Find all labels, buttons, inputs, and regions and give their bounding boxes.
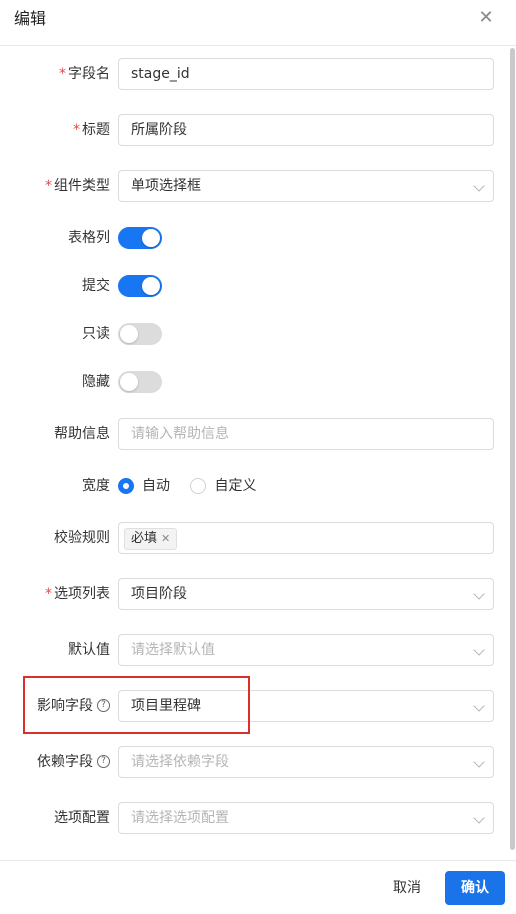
form-row-field-name: * 字段名 stage_id <box>0 58 510 90</box>
validation-tag: 必填 ✕ <box>124 528 178 550</box>
form-row-option-list: * 选项列表 项目阶段 <box>0 578 510 610</box>
depends-field-placeholder: 请选择依赖字段 <box>131 754 229 770</box>
default-value-placeholder: 请选择默认值 <box>131 642 215 658</box>
radio-dot <box>118 478 134 494</box>
component-type-select[interactable]: 单项选择框 <box>118 170 494 202</box>
validation-label: 校验规则 <box>54 530 110 546</box>
default-value-label: 默认值 <box>68 642 110 658</box>
form-row-hidden: 隐藏 <box>0 366 510 398</box>
form-row-submit: 提交 <box>0 270 510 302</box>
chevron-down-icon <box>473 700 485 712</box>
hidden-toggle[interactable] <box>118 371 162 393</box>
form-row-option-config: 选项配置 请选择选项配置 <box>0 802 510 834</box>
confirm-button[interactable]: 确认 <box>445 871 505 905</box>
title-label: * 标题 <box>73 122 110 138</box>
width-radio-auto[interactable]: 自动 <box>118 470 170 502</box>
option-config-select[interactable]: 请选择选项配置 <box>118 802 494 834</box>
option-list-label: * 选项列表 <box>45 586 110 602</box>
form-row-readonly: 只读 <box>0 318 510 350</box>
field-name-label: * 字段名 <box>59 66 110 82</box>
option-list-select[interactable]: 项目阶段 <box>118 578 494 610</box>
title-input[interactable]: 所属阶段 <box>118 114 494 146</box>
component-type-label: * 组件类型 <box>45 178 110 194</box>
radio-dot <box>190 478 207 494</box>
form-row-validation: 校验规则 必填 ✕ <box>0 522 510 554</box>
chevron-down-icon <box>473 588 485 600</box>
question-circle-icon[interactable]: ? <box>97 754 110 768</box>
option-list-value: 项目阶段 <box>131 586 187 602</box>
highlight-annotation-box <box>23 676 250 734</box>
form-row-default-value: 默认值 请选择默认值 <box>0 634 510 666</box>
help-info-placeholder: 请输入帮助信息 <box>131 426 229 442</box>
chevron-down-icon <box>473 644 485 656</box>
dialog-footer: 取消 确认 <box>0 860 516 914</box>
toggle-knob <box>142 277 160 295</box>
default-value-select[interactable]: 请选择默认值 <box>118 634 494 666</box>
depends-field-label: 依赖字段? <box>37 746 110 778</box>
toggle-knob <box>120 373 138 391</box>
form-row-title: * 标题 所属阶段 <box>0 114 510 146</box>
option-config-label: 选项配置 <box>54 810 110 826</box>
chevron-down-icon <box>473 812 485 824</box>
table-column-toggle[interactable] <box>118 227 162 249</box>
width-label: 宽度 <box>82 478 110 494</box>
width-radio-custom[interactable]: 自定义 <box>190 470 256 502</box>
form-row-table-column: 表格列 <box>0 222 510 254</box>
depends-field-select[interactable]: 请选择依赖字段 <box>118 746 494 778</box>
form-body[interactable] <box>0 46 516 860</box>
toggle-knob <box>142 229 160 247</box>
scrollbar[interactable] <box>510 48 515 850</box>
component-type-value: 单项选择框 <box>131 178 201 194</box>
field-name-input[interactable]: stage_id <box>118 58 494 90</box>
dialog-header: 编辑 ✕ <box>0 0 516 46</box>
form-row-help-info: 帮助信息 请输入帮助信息 <box>0 418 510 450</box>
submit-toggle[interactable] <box>118 275 162 297</box>
readonly-toggle[interactable] <box>118 323 162 345</box>
hidden-label: 隐藏 <box>82 374 110 390</box>
form-row-width: 宽度 自动 自定义 <box>0 470 510 502</box>
cancel-button[interactable]: 取消 <box>380 871 434 905</box>
form-row-depends-field: 依赖字段? 请选择依赖字段 <box>0 746 510 778</box>
toggle-knob <box>120 325 138 343</box>
dialog-title: 编辑 <box>14 9 47 28</box>
table-column-label: 表格列 <box>68 230 110 246</box>
option-config-placeholder: 请选择选项配置 <box>131 810 229 826</box>
close-icon[interactable]: ✕ <box>476 8 496 28</box>
form-row-component-type: * 组件类型 单项选择框 <box>0 170 510 202</box>
submit-label: 提交 <box>82 278 110 294</box>
tag-remove-icon[interactable]: ✕ <box>161 532 170 545</box>
validation-tag-select[interactable]: 必填 ✕ <box>118 522 494 554</box>
help-info-label: 帮助信息 <box>54 426 110 442</box>
chevron-down-icon <box>473 756 485 768</box>
readonly-label: 只读 <box>82 326 110 342</box>
chevron-down-icon <box>473 180 485 192</box>
width-radio-group: 自动 自定义 <box>118 470 272 502</box>
help-info-input[interactable]: 请输入帮助信息 <box>118 418 494 450</box>
